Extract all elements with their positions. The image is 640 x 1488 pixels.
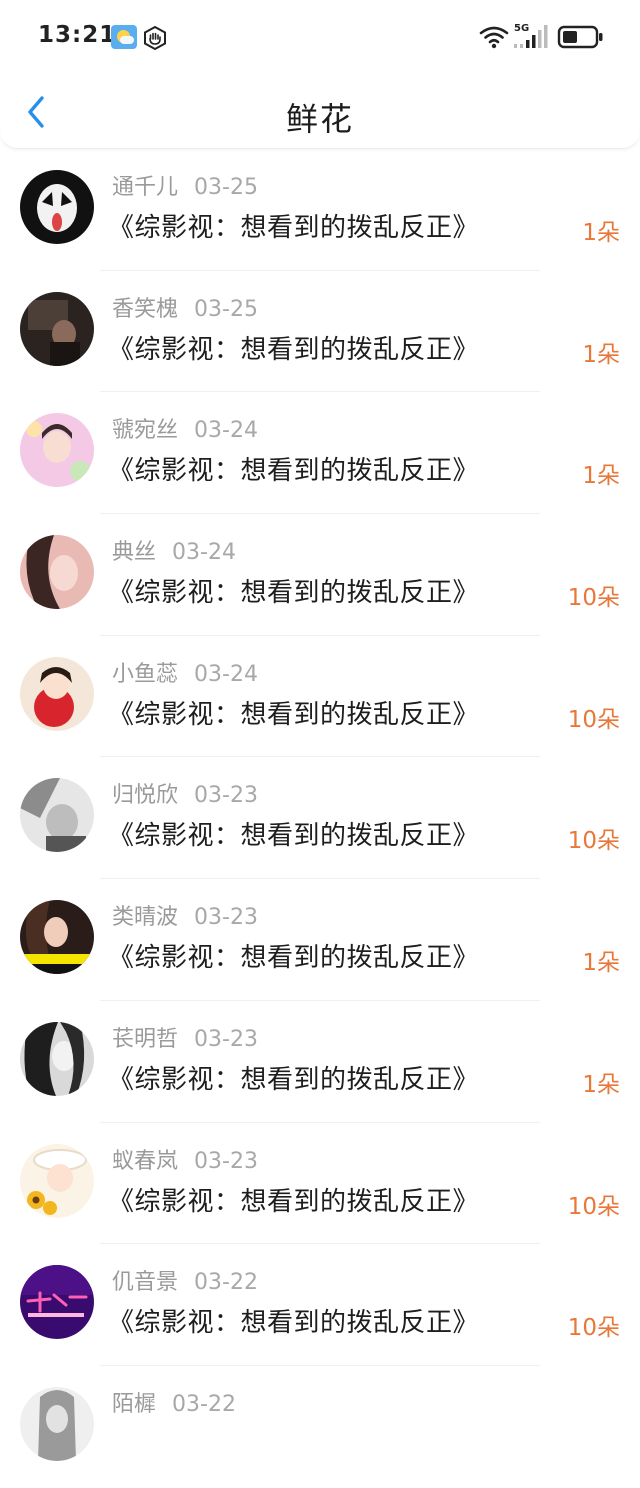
page-title: 鲜花 — [285, 100, 354, 138]
avatar — [20, 778, 94, 853]
sender-name: 陌樨 — [112, 1391, 157, 1417]
avatar — [20, 413, 94, 488]
list-item[interactable]: 苌明哲 03-23 《综影视：想看到的拨乱反正》 1朵 — [0, 1001, 640, 1123]
list-item[interactable]: 虢宛丝 03-24 《综影视：想看到的拨乱反正》 1朵 — [0, 392, 640, 515]
status-time: 13:21 — [38, 22, 117, 48]
sender-meta: 虢宛丝 03-24 — [112, 412, 258, 444]
sender-meta: 苌明哲 03-23 — [112, 1021, 258, 1053]
battery-icon — [557, 25, 603, 49]
sender-name: 通千儿 — [112, 175, 179, 200]
flower-count: 1朵 — [582, 220, 620, 246]
list-item[interactable]: 仉音景 03-22 《综影视：想看到的拨乱反正》 10朵 — [0, 1244, 640, 1366]
flower-count: 10朵 — [567, 828, 620, 855]
sender-name: 苌明哲 — [112, 1026, 179, 1052]
avatar — [20, 1143, 94, 1218]
book-title: 《综影视：想看到的拨乱反正》 — [108, 1064, 480, 1095]
flower-list: 通千儿 03-25 《综影视：想看到的拨乱反正》 1朵 香笑槐 03-25 《综影视… — [0, 149, 640, 1488]
sender-meta: 蚁春岚 03-23 — [112, 1143, 258, 1175]
hand-icon — [144, 25, 166, 51]
avatar — [20, 1021, 94, 1096]
flower-count: 1朵 — [582, 463, 620, 490]
book-title: 《综影视：想看到的拨乱反正》 — [108, 456, 480, 487]
gift-date: 03-24 — [194, 661, 258, 687]
avatar — [20, 656, 94, 731]
avatar — [20, 170, 94, 244]
gift-date: 03-22 — [172, 1391, 236, 1417]
list-item[interactable]: 陌樨 03-22 — [0, 1366, 640, 1488]
sender-meta: 通千儿 03-25 — [112, 169, 258, 201]
sender-name: 虢宛丝 — [112, 418, 179, 444]
flower-count: 1朵 — [582, 341, 620, 368]
gift-date: 03-24 — [172, 540, 236, 566]
gift-date: 03-24 — [194, 418, 258, 444]
gift-date: 03-23 — [194, 783, 258, 809]
nav-bar: 鲜花 — [0, 76, 640, 148]
flower-count: 10朵 — [567, 706, 620, 733]
list-item[interactable]: 归悦欣 03-23 《综影视：想看到的拨乱反正》 10朵 — [0, 757, 640, 880]
gift-date: 03-22 — [194, 1270, 258, 1296]
flower-count: 10朵 — [567, 1193, 620, 1220]
avatar — [20, 1265, 94, 1340]
avatar — [20, 1386, 94, 1461]
flower-count: 10朵 — [567, 585, 620, 612]
book-title: 《综影视：想看到的拨乱反正》 — [108, 334, 480, 365]
gift-date: 03-25 — [194, 175, 258, 200]
app-header: 13:21 5G 鲜花 — [0, 0, 640, 149]
list-item[interactable]: 小鱼蕊 03-24 《综影视：想看到的拨乱反正》 10朵 — [0, 636, 640, 758]
gift-date: 03-23 — [194, 1026, 258, 1052]
sender-name: 类晴波 — [112, 905, 179, 931]
signal-icon — [514, 25, 548, 48]
sender-name: 仉音景 — [112, 1270, 179, 1296]
book-title: 《综影视：想看到的拨乱反正》 — [108, 943, 480, 974]
book-title: 《综影视：想看到的拨乱反正》 — [108, 213, 480, 243]
sender-name: 典丝 — [112, 540, 157, 566]
gift-date: 03-23 — [194, 905, 258, 931]
list-item[interactable]: 蚁春岚 03-23 《综影视：想看到的拨乱反正》 10朵 — [0, 1123, 640, 1245]
flower-count: 1朵 — [582, 950, 620, 977]
flower-count: 1朵 — [582, 1071, 620, 1098]
sender-name: 香笑槐 — [112, 296, 179, 322]
sender-meta: 陌樨 03-22 — [112, 1386, 236, 1418]
list-item[interactable]: 类晴波 03-23 《综影视：想看到的拨乱反正》 1朵 — [0, 879, 640, 1001]
sender-meta: 仉音景 03-22 — [112, 1264, 258, 1296]
list-item[interactable]: 香笑槐 03-25 《综影视：想看到的拨乱反正》 1朵 — [0, 271, 640, 393]
sender-name: 蚁春岚 — [112, 1148, 179, 1174]
book-title: 《综影视：想看到的拨乱反正》 — [108, 1308, 480, 1339]
list-item[interactable]: 典丝 03-24 《综影视：想看到的拨乱反正》 10朵 — [0, 514, 640, 636]
sender-name: 归悦欣 — [112, 783, 179, 809]
book-title: 《综影视：想看到的拨乱反正》 — [108, 821, 480, 852]
gift-date: 03-23 — [194, 1148, 258, 1174]
sender-meta: 类晴波 03-23 — [112, 899, 258, 931]
status-bar: 13:21 5G — [0, 0, 640, 76]
flower-count: 10朵 — [567, 1315, 620, 1342]
avatar — [20, 900, 94, 975]
book-title: 《综影视：想看到的拨乱反正》 — [108, 578, 480, 609]
sender-meta: 小鱼蕊 03-24 — [112, 656, 258, 688]
book-title: 《综影视：想看到的拨乱反正》 — [108, 1186, 480, 1217]
list-item[interactable]: 通千儿 03-25 《综影视：想看到的拨乱反正》 1朵 — [0, 149, 640, 271]
book-title: 《综影视：想看到的拨乱反正》 — [108, 699, 480, 730]
wifi-icon — [479, 26, 509, 49]
avatar — [20, 535, 94, 610]
gift-date: 03-25 — [194, 296, 258, 322]
sender-name: 小鱼蕊 — [112, 661, 179, 687]
sender-meta: 归悦欣 03-23 — [112, 777, 258, 809]
sender-meta: 香笑槐 03-25 — [112, 291, 258, 323]
avatar — [20, 291, 94, 366]
weather-icon — [111, 25, 137, 49]
sender-meta: 典丝 03-24 — [112, 534, 236, 566]
